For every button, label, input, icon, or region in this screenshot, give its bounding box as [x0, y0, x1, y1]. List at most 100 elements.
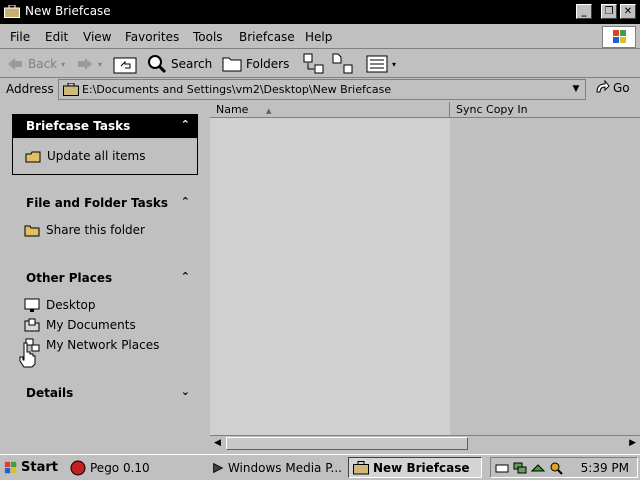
go-button[interactable]: Go: [594, 80, 630, 96]
my-documents-link[interactable]: My Documents: [24, 317, 136, 333]
network-icon[interactable]: [513, 461, 527, 475]
briefcase-icon: [353, 460, 369, 474]
move-to-button[interactable]: [303, 52, 325, 76]
search-button[interactable]: Search: [147, 52, 212, 76]
menu-bar: File Edit View Favorites Tools Briefcase…: [0, 25, 640, 49]
my-network-places-link[interactable]: My Network Places: [24, 337, 159, 353]
other-places-header[interactable]: Other Places ⌃: [12, 266, 198, 290]
details-title: Details: [26, 386, 74, 400]
file-folder-tasks-header[interactable]: File and Folder Tasks ⌃: [12, 191, 198, 215]
title-bar[interactable]: New Briefcase _ ❐ ✕: [0, 0, 640, 24]
details-header[interactable]: Details ⌄: [12, 381, 198, 405]
standard-toolbar: Back ▾ ▾ Search Folders ▾: [0, 50, 640, 78]
menu-favorites[interactable]: Favorites: [125, 30, 179, 44]
security-alert-icon[interactable]: [549, 461, 563, 475]
menu-edit[interactable]: Edit: [45, 30, 68, 44]
taskbar-item-windows-media-player[interactable]: Windows Media P...: [208, 457, 342, 478]
expand-chevron-icon[interactable]: ⌄: [181, 385, 190, 398]
desktop-label: Desktop: [46, 298, 96, 312]
clock[interactable]: 5:39 PM: [581, 461, 629, 475]
collapse-chevron-icon[interactable]: ⌃: [181, 118, 190, 131]
views-dropdown-icon: ▾: [392, 59, 397, 69]
my-documents-label: My Documents: [46, 318, 136, 332]
windows-flag-icon: [4, 461, 17, 473]
menu-file[interactable]: File: [10, 30, 30, 44]
keyboard-icon[interactable]: [495, 461, 509, 475]
hand-cursor-icon: [19, 342, 36, 368]
sort-arrow-icon: ▲: [265, 107, 272, 115]
desktop-link[interactable]: Desktop: [24, 297, 96, 313]
address-value: E:\Documents and Settings\vm2\Desktop\Ne…: [82, 83, 392, 96]
start-label: Start: [21, 460, 58, 475]
views-button[interactable]: ▾: [366, 52, 396, 76]
back-dropdown-icon: ▾: [61, 59, 66, 69]
back-label: Back: [28, 57, 58, 71]
maximize-button[interactable]: ❐: [601, 4, 617, 19]
address-label: Address: [6, 82, 54, 96]
taskbar-item-pego[interactable]: Pego 0.10: [66, 457, 200, 478]
system-tray: 5:39 PM: [490, 457, 638, 478]
forward-arrow-icon: [78, 58, 92, 70]
collapse-chevron-icon[interactable]: ⌃: [181, 270, 190, 283]
forward-dropdown-icon: ▾: [98, 59, 103, 69]
folders-button[interactable]: Folders: [222, 52, 289, 76]
share-this-folder-link[interactable]: Share this folder: [24, 222, 145, 238]
windows-logo-icon: [602, 26, 636, 48]
pego-app-icon: [70, 460, 86, 475]
folders-label: Folders: [246, 57, 290, 71]
update-all-items-link[interactable]: Update all items: [25, 148, 145, 164]
file-list[interactable]: Name ▲ Sync Copy In ◀ ▶: [210, 102, 640, 454]
taskbar-item-label: Pego 0.10: [90, 460, 150, 475]
share-this-folder-label: Share this folder: [46, 223, 145, 237]
column-header-name[interactable]: Name ▲: [210, 102, 450, 118]
back-button[interactable]: Back ▾: [6, 52, 65, 76]
search-label: Search: [171, 57, 213, 71]
window-title: New Briefcase: [25, 4, 111, 18]
scroll-left-icon[interactable]: ◀: [214, 438, 221, 448]
search-icon: [148, 55, 167, 74]
up-button[interactable]: [113, 52, 137, 76]
collapse-chevron-icon[interactable]: ⌃: [181, 195, 190, 208]
briefcase-tasks-body: Update all items: [12, 138, 198, 175]
my-network-places-label: My Network Places: [46, 338, 160, 352]
go-arrow-icon: [596, 80, 610, 93]
briefcase-tasks-header[interactable]: Briefcase Tasks ⌃: [12, 114, 198, 138]
address-dropdown-icon[interactable]: ▼: [569, 82, 583, 97]
taskbar-item-label: New Briefcase: [373, 460, 470, 475]
update-all-items-label: Update all items: [47, 149, 146, 163]
folder-up-icon: [113, 57, 137, 74]
briefcase-icon: [4, 5, 20, 18]
explorer-window: New Briefcase _ ❐ ✕ File Edit View Favor…: [0, 0, 640, 454]
desktop-icon: [24, 298, 40, 312]
move-to-icon: [303, 53, 324, 74]
address-bar: Address E:\Documents and Settings\vm2\De…: [0, 79, 640, 101]
task-pane: Briefcase Tasks ⌃ Update all items File …: [0, 102, 210, 454]
taskbar-item-new-briefcase[interactable]: New Briefcase: [348, 457, 482, 478]
minimize-button[interactable]: _: [576, 4, 592, 19]
address-field[interactable]: E:\Documents and Settings\vm2\Desktop\Ne…: [58, 79, 586, 100]
menu-help[interactable]: Help: [305, 30, 332, 44]
close-button[interactable]: ✕: [620, 4, 636, 19]
folders-icon: [222, 57, 242, 72]
scroll-right-icon[interactable]: ▶: [629, 438, 636, 448]
briefcase-tasks-title: Briefcase Tasks: [26, 119, 131, 133]
shared-folder-icon: [24, 225, 40, 237]
menu-tools[interactable]: Tools: [193, 30, 223, 44]
start-button[interactable]: Start: [2, 457, 58, 478]
views-icon: [366, 55, 388, 73]
my-documents-icon: [24, 318, 40, 332]
copy-to-button[interactable]: [332, 52, 354, 76]
menu-view[interactable]: View: [83, 30, 111, 44]
menu-briefcase[interactable]: Briefcase: [239, 30, 295, 44]
horizontal-scrollbar[interactable]: ◀ ▶: [210, 435, 640, 451]
forward-button[interactable]: ▾: [76, 52, 102, 76]
back-arrow-icon: [8, 58, 22, 70]
briefcase-small-icon: [63, 83, 79, 96]
update-icon: [25, 151, 41, 163]
taskbar-item-label: Windows Media P...: [227, 460, 342, 475]
safely-remove-icon[interactable]: [531, 461, 545, 475]
other-places-title: Other Places: [26, 271, 113, 285]
scrollbar-thumb[interactable]: [226, 437, 468, 450]
taskbar: Start Pego 0.10 Windows Media P... New B…: [0, 454, 640, 480]
column-header-sync-copy-in[interactable]: Sync Copy In: [450, 102, 640, 118]
